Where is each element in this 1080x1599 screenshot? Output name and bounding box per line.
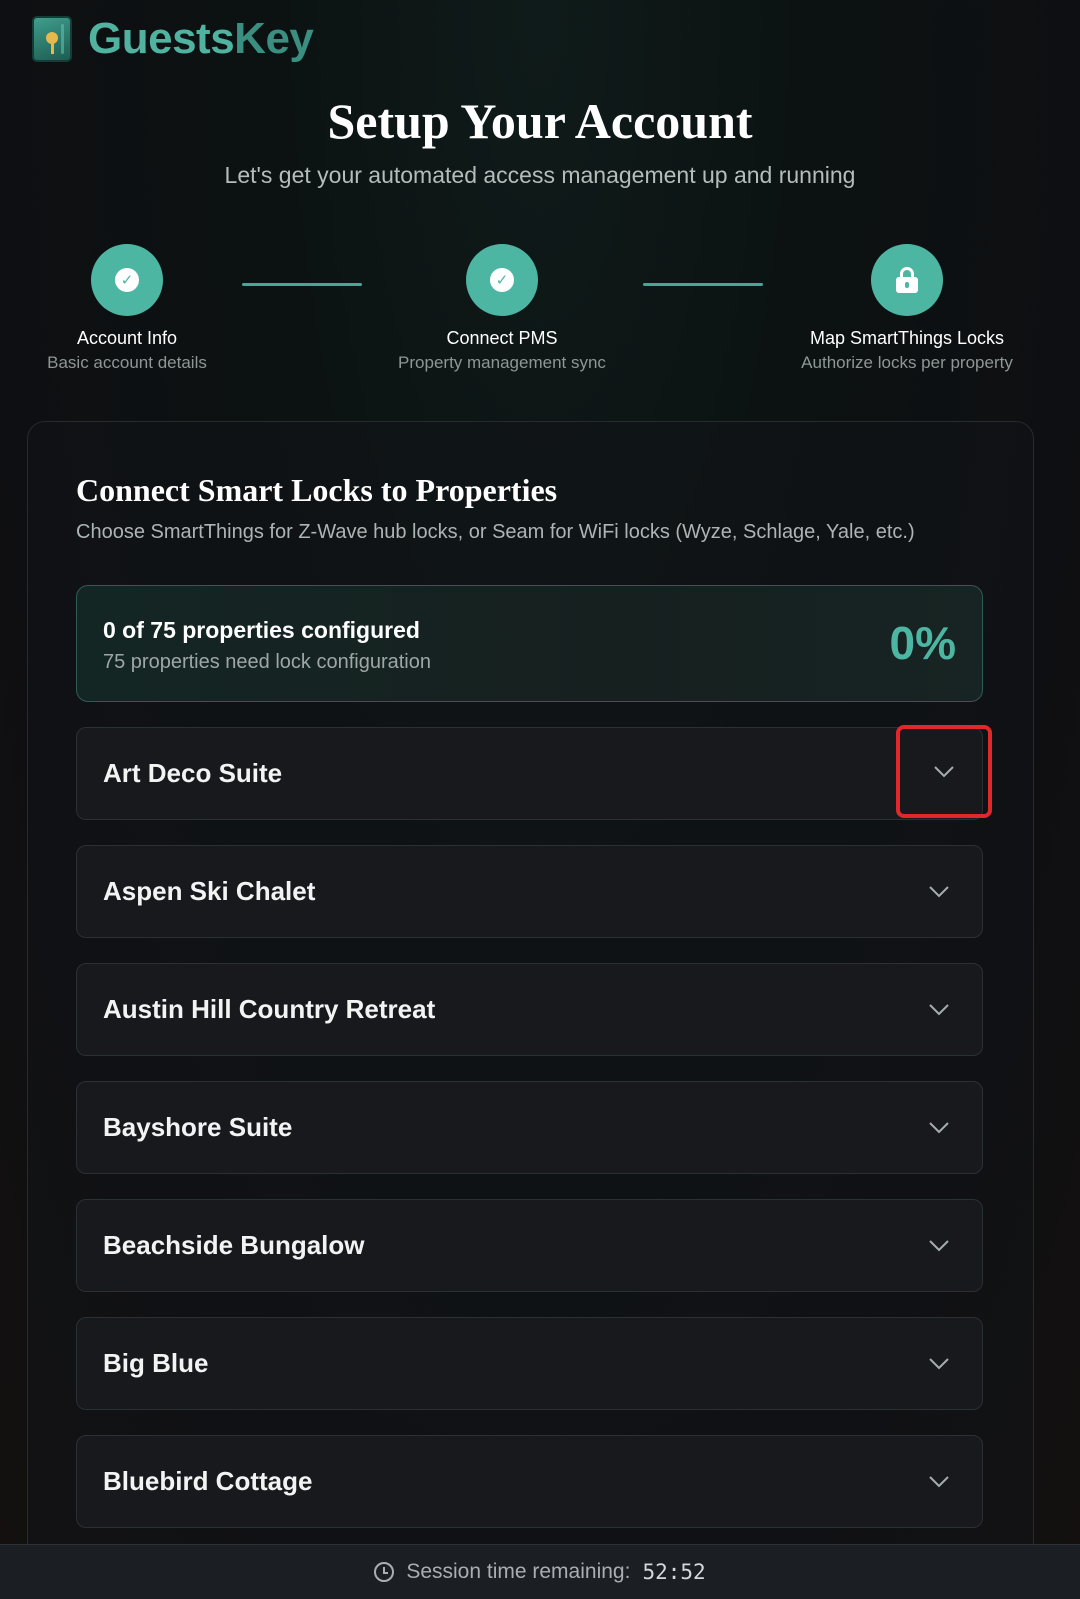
- progress-percent: 0%: [889, 617, 956, 669]
- key-door-logo-icon: [32, 16, 72, 62]
- brand-logo[interactable]: GuestsKey: [32, 14, 314, 64]
- step-complete-indicator: ✓: [91, 244, 163, 316]
- session-timer-bar: Session time remaining: 52:52: [0, 1544, 1080, 1599]
- step-current-indicator: [871, 244, 943, 316]
- step-label: Account Info: [76, 328, 178, 348]
- progress-title: 0 of 75 properties configured: [103, 617, 420, 643]
- chevron-down-icon[interactable]: [916, 1105, 962, 1151]
- chevron-down-icon[interactable]: [916, 987, 962, 1033]
- property-name: Austin Hill Country Retreat: [103, 994, 436, 1024]
- step-connector: [242, 283, 362, 286]
- session-timer-label: Session time remaining:: [406, 1560, 631, 1583]
- check-icon: ✓: [490, 268, 514, 292]
- chevron-down-icon[interactable]: [916, 869, 962, 915]
- property-name: Aspen Ski Chalet: [103, 876, 316, 906]
- step-account-info: ✓ Account Info Basic account details: [0, 244, 257, 373]
- property-name: Big Blue: [103, 1348, 209, 1378]
- step-connect-pms: ✓ Connect PMS Property management sync: [372, 244, 632, 373]
- property-item[interactable]: Austin Hill Country Retreat: [76, 963, 983, 1056]
- lock-icon: [894, 267, 920, 293]
- property-name: Beachside Bungalow: [103, 1230, 365, 1260]
- property-item[interactable]: Bayshore Suite: [76, 1081, 983, 1174]
- check-icon: ✓: [115, 268, 139, 292]
- card-description: Choose SmartThings for Z-Wave hub locks,…: [76, 521, 915, 543]
- progress-subtitle: 75 properties need lock configuration: [103, 651, 431, 673]
- step-map-locks: Map SmartThings Locks Authorize locks pe…: [777, 244, 1037, 373]
- step-connector: [643, 283, 763, 286]
- session-timer-value: 52:52: [642, 1560, 706, 1584]
- step-description: Authorize locks per property: [801, 353, 1013, 372]
- chevron-down-icon[interactable]: [916, 1341, 962, 1387]
- card-title: Connect Smart Locks to Properties: [76, 472, 558, 508]
- step-label: Connect PMS: [446, 328, 558, 348]
- configuration-progress: 0 of 75 properties configured 75 propert…: [76, 585, 983, 702]
- chevron-down-icon[interactable]: [916, 1223, 962, 1269]
- step-description: Property management sync: [398, 353, 606, 372]
- property-item[interactable]: Aspen Ski Chalet: [76, 845, 983, 938]
- chevron-down-icon[interactable]: [896, 725, 992, 818]
- property-name: Bluebird Cottage: [103, 1466, 313, 1496]
- clock-icon: [374, 1562, 395, 1582]
- property-item[interactable]: Bluebird Cottage: [76, 1435, 983, 1528]
- brand-name: GuestsKey: [88, 14, 314, 63]
- property-name: Bayshore Suite: [103, 1112, 293, 1142]
- chevron-down-icon[interactable]: [916, 1459, 962, 1505]
- property-item[interactable]: Art Deco Suite: [76, 725, 992, 820]
- step-description: Basic account details: [47, 353, 207, 372]
- property-item[interactable]: Big Blue: [76, 1317, 983, 1410]
- page-title: Setup Your Account: [327, 93, 753, 149]
- property-item[interactable]: Beachside Bungalow: [76, 1199, 983, 1292]
- property-name: Art Deco Suite: [103, 758, 283, 788]
- page-subtitle: Let's get your automated access manageme…: [224, 162, 856, 188]
- step-complete-indicator: ✓: [466, 244, 538, 316]
- property-list: Art Deco Suite Aspen Ski Chalet Austin H…: [76, 725, 992, 1553]
- step-label: Map SmartThings Locks: [809, 328, 1005, 348]
